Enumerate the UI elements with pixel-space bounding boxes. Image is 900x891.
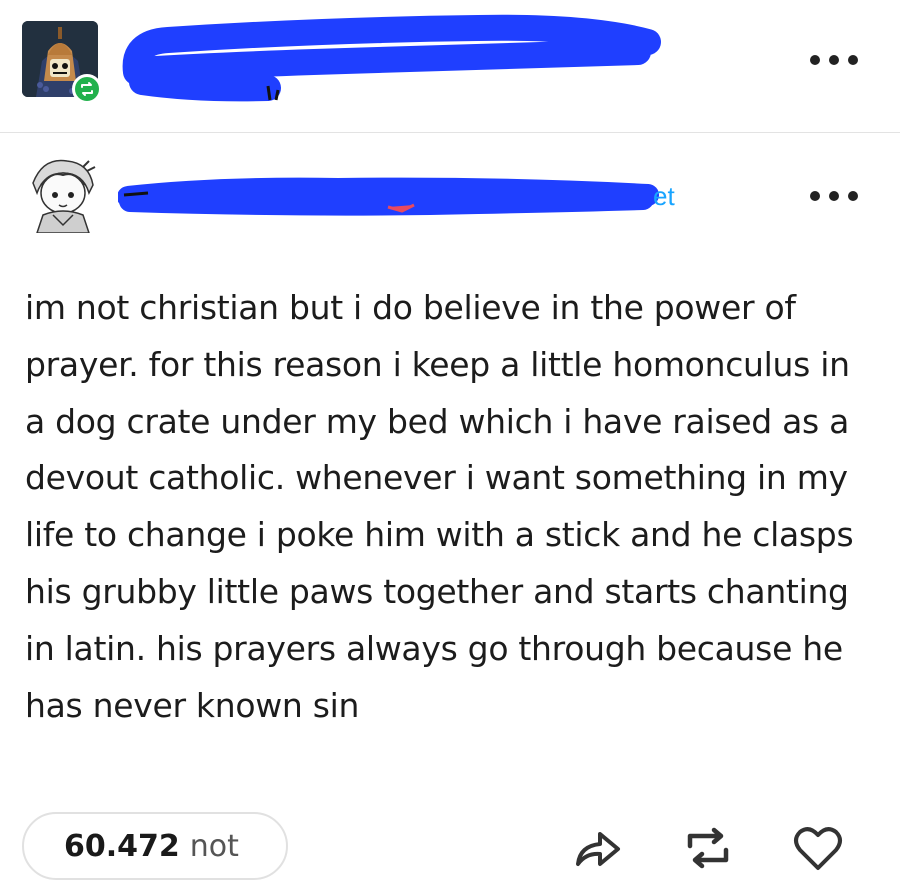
redaction-scribble: [122, 14, 661, 102]
more-dots-icon[interactable]: [810, 189, 858, 203]
redacted-name-fragment: et: [653, 181, 675, 211]
notes-count: 60.472: [64, 828, 180, 864]
post-text-line: in latin. his prayers always go through …: [25, 628, 843, 668]
redaction-scribble: [118, 177, 659, 216]
poster-avatar[interactable]: [23, 153, 103, 233]
more-dots-icon[interactable]: [810, 53, 858, 67]
post-text-line: prayer. for this reason i keep a little …: [25, 344, 850, 384]
post-text-line: im not christian but i do believe in the…: [25, 288, 796, 327]
poster-header: et: [0, 133, 900, 253]
post-text-line: his grubby little paws together and star…: [25, 571, 849, 611]
share-icon[interactable]: [570, 820, 626, 876]
notes-label: not: [189, 828, 239, 864]
post-text-line: devout catholic. whenever i want somethi…: [25, 458, 848, 498]
post-text-line: a dog crate under my bed which i have ra…: [25, 401, 849, 441]
reblog-badge-icon: [72, 74, 102, 104]
post-body-text: im not christian but i do believe in the…: [25, 280, 885, 734]
reblog-icon[interactable]: [680, 820, 736, 876]
post-text-line: has never known sin: [25, 685, 360, 725]
reblogger-header: [0, 0, 900, 132]
notes-button[interactable]: 60.472 not: [22, 812, 288, 880]
like-heart-icon[interactable]: [790, 820, 846, 876]
post-text-line: life to change i poke him with a stick a…: [25, 515, 854, 555]
